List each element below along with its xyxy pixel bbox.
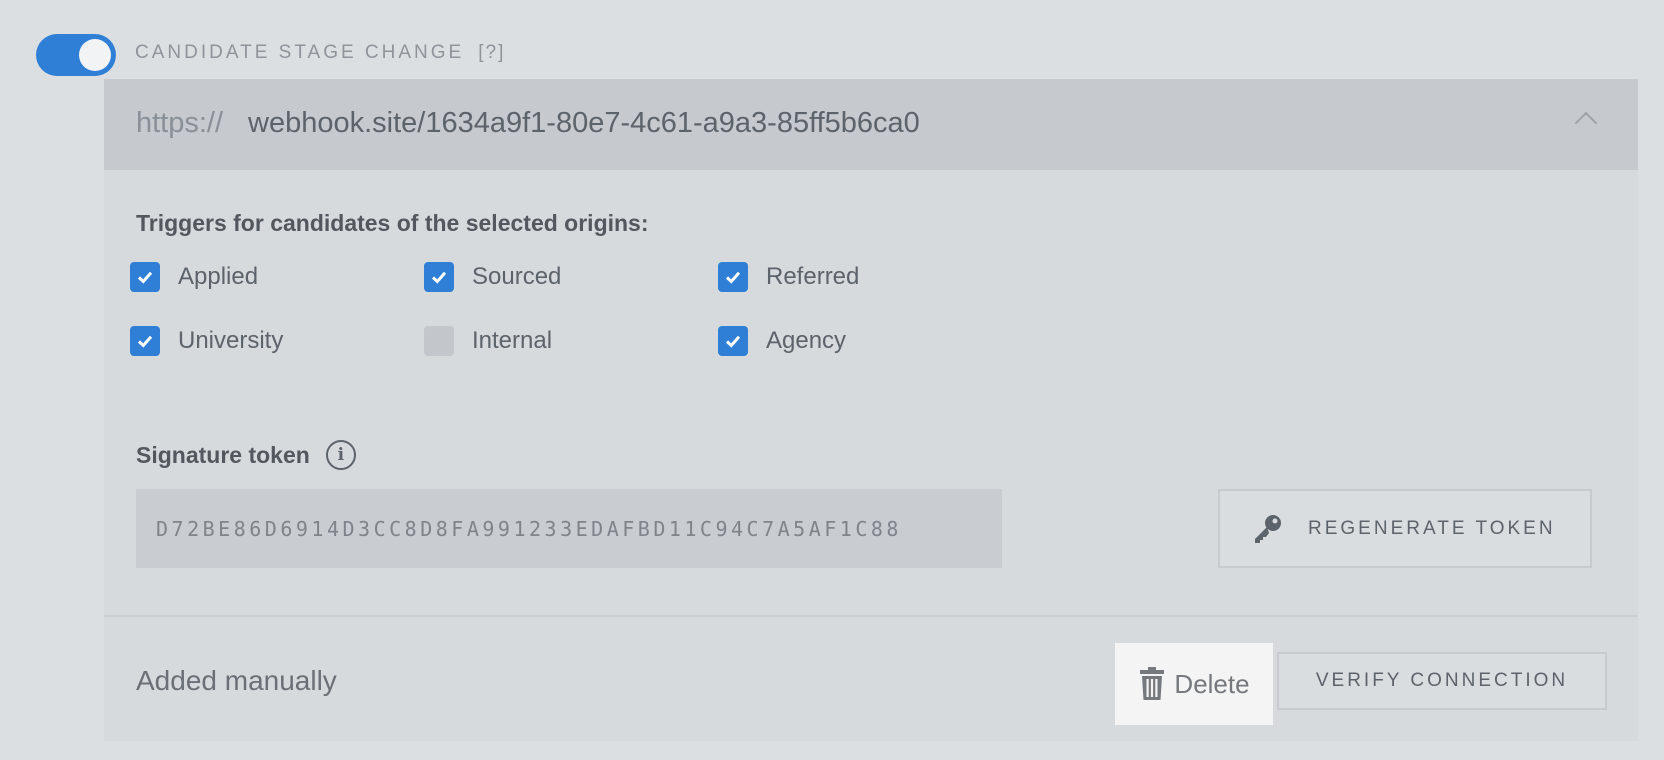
signature-token-value: D72BE86D6914D3CC8D8FA991233EDAFBD11C94C7… (156, 516, 902, 541)
origin-agency-checkbox[interactable] (718, 326, 748, 356)
origin-internal-label: Internal (472, 327, 553, 354)
origin-internal-checkbox[interactable] (424, 326, 454, 356)
webhook-title: CANDIDATE STAGE CHANGE (135, 42, 465, 63)
triggers-label: Triggers for candidates of the selected … (136, 210, 649, 236)
toggle-knob (79, 39, 111, 71)
help-link[interactable]: [?] (478, 42, 505, 63)
source-note: Added manually (136, 665, 337, 696)
webhook-url-bar[interactable]: https:// webhook.site/1634a9f1-80e7-4c61… (104, 79, 1638, 170)
origin-referred-label: Referred (766, 263, 860, 290)
trash-icon (1140, 667, 1165, 700)
origin-agency[interactable]: Agency (718, 325, 846, 357)
regenerate-token-button[interactable]: REGENERATE TOKEN (1218, 489, 1592, 568)
regenerate-token-label: REGENERATE TOKEN (1308, 517, 1556, 539)
delete-label: Delete (1174, 668, 1250, 699)
origin-agency-label: Agency (766, 327, 847, 354)
origin-university-label: University (178, 327, 284, 354)
chevron-up-icon[interactable] (1574, 111, 1598, 135)
key-icon (1255, 514, 1281, 543)
webhook-section-title: CANDIDATE STAGE CHANGE [?] (135, 42, 505, 64)
signature-token-label: Signature token (136, 441, 310, 468)
verify-connection-label: VERIFY CONNECTION (1315, 670, 1569, 691)
url-host: webhook.site/1634a9f1-80e7-4c61-a9a3-85f… (248, 107, 920, 139)
origin-sourced-label: Sourced (472, 263, 562, 290)
origin-referred-checkbox[interactable] (718, 262, 748, 292)
verify-connection-button[interactable]: VERIFY CONNECTION (1277, 652, 1607, 710)
url-protocol: https:// (136, 107, 224, 139)
delete-button[interactable]: Delete (1115, 643, 1273, 725)
origin-applied-checkbox[interactable] (130, 262, 160, 292)
webhook-enabled-toggle[interactable] (36, 34, 116, 76)
origin-referred[interactable]: Referred (718, 261, 859, 293)
origin-university-checkbox[interactable] (130, 326, 160, 356)
origin-university[interactable]: University (130, 325, 283, 357)
origin-sourced[interactable]: Sourced (424, 261, 561, 293)
origin-sourced-checkbox[interactable] (424, 262, 454, 292)
signature-token-field[interactable]: D72BE86D6914D3CC8D8FA991233EDAFBD11C94C7… (136, 489, 1002, 568)
info-icon[interactable]: i (325, 440, 356, 470)
origin-applied-label: Applied (178, 263, 259, 290)
signature-token-heading: Signature token i (136, 440, 356, 470)
origin-internal[interactable]: Internal (424, 325, 552, 357)
webhook-card: https:// webhook.site/1634a9f1-80e7-4c61… (104, 79, 1638, 741)
origin-applied[interactable]: Applied (130, 261, 258, 293)
card-divider (104, 615, 1638, 617)
